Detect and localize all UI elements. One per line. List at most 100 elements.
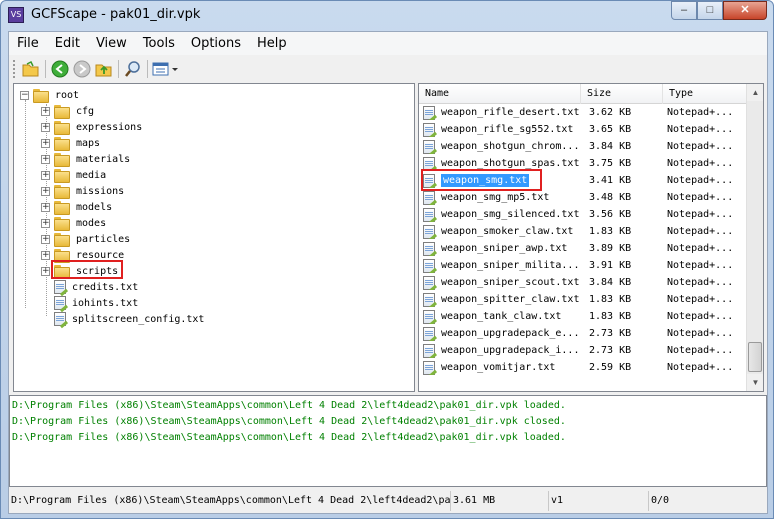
maximize-button[interactable]: □ — [697, 1, 723, 20]
tree-item-label: expressions — [76, 121, 143, 133]
expand-icon[interactable]: + — [41, 266, 50, 276]
list-item[interactable]: weapon_spitter_claw.txt 1.83 KB Notepad+… — [423, 291, 747, 308]
expand-icon[interactable]: + — [41, 138, 50, 148]
list-item[interactable]: weapon_tank_claw.txt 1.83 KB Notepad+... — [423, 308, 747, 325]
tree-item-media[interactable]: + media — [41, 167, 106, 183]
tree-item-materials[interactable]: + materials — [41, 151, 130, 167]
find-icon[interactable] — [122, 58, 144, 80]
file-size: 3.62 KB — [589, 107, 632, 118]
file-size: 1.83 KB — [589, 226, 632, 237]
file-size: 1.83 KB — [589, 311, 632, 322]
list-item[interactable]: weapon_smg_mp5.txt 3.48 KB Notepad+... — [423, 189, 747, 206]
open-folder-icon[interactable] — [20, 58, 42, 80]
column-header-name[interactable]: Name — [419, 84, 581, 104]
file-size: 1.83 KB — [589, 294, 632, 305]
tree-item-maps[interactable]: + maps — [41, 135, 100, 151]
file-name: weapon_smoker_claw.txt — [441, 226, 574, 237]
menu-help[interactable]: Help — [249, 32, 295, 55]
tree-item-missions[interactable]: + missions — [41, 183, 124, 199]
folder-icon — [54, 232, 70, 247]
list-item[interactable]: weapon_rifle_sg552.txt 3.65 KB Notepad+.… — [423, 121, 747, 138]
list-item[interactable]: weapon_smoker_claw.txt 1.83 KB Notepad+.… — [423, 223, 747, 240]
close-button[interactable]: ✕ — [723, 1, 767, 20]
menu-tools[interactable]: Tools — [135, 32, 183, 55]
notepad-file-icon — [423, 343, 435, 358]
file-name: weapon_vomitjar.txt — [441, 362, 556, 373]
expand-icon[interactable]: + — [41, 234, 50, 244]
menu-view[interactable]: View — [88, 32, 135, 55]
tree-item-splitscreen-config[interactable]: splitscreen_config.txt — [54, 311, 204, 327]
notepad-file-icon — [54, 312, 66, 326]
console-log[interactable]: D:\Program Files (x86)\Steam\SteamApps\c… — [9, 395, 767, 487]
toolbar-grip[interactable] — [13, 60, 16, 78]
file-type: Notepad+... — [667, 243, 734, 254]
expand-icon[interactable]: + — [41, 106, 50, 116]
list-item[interactable]: weapon_smg_silenced.txt 3.56 KB Notepad+… — [423, 206, 747, 223]
back-icon[interactable] — [49, 58, 71, 80]
file-name: weapon_spitter_claw.txt — [441, 294, 580, 305]
tree-item-expressions[interactable]: + expressions — [41, 119, 142, 135]
up-folder-icon[interactable] — [93, 58, 115, 80]
file-list[interactable]: Name Size Type weapon_rifle_desert.txt 3… — [418, 83, 764, 392]
title-bar[interactable]: VS GCFScape - pak01_dir.vpk – □ ✕ — [1, 1, 773, 29]
folder-open-icon — [33, 88, 49, 103]
tree-item-modes[interactable]: + modes — [41, 215, 106, 231]
tree-item-label: modes — [76, 217, 107, 229]
tree-item-particles[interactable]: + particles — [41, 231, 130, 247]
scrollbar-thumb[interactable] — [748, 342, 762, 372]
file-type: Notepad+... — [667, 345, 734, 356]
folder-icon — [54, 104, 70, 119]
folder-icon — [54, 120, 70, 135]
scroll-down-icon[interactable]: ▼ — [747, 374, 763, 391]
file-size: 3.56 KB — [589, 209, 632, 220]
menu-file[interactable]: File — [9, 32, 47, 55]
list-item[interactable]: weapon_sniper_awp.txt 3.89 KB Notepad+..… — [423, 240, 747, 257]
expand-icon[interactable]: + — [41, 170, 50, 180]
expand-icon[interactable]: + — [41, 218, 50, 228]
list-item[interactable]: weapon_shotgun_chrom... 3.84 KB Notepad+… — [423, 138, 747, 155]
tree-item-label: credits.txt — [72, 281, 139, 293]
tree-item-label: missions — [76, 185, 125, 197]
tree-item-credits[interactable]: credits.txt — [54, 279, 138, 295]
list-item[interactable]: weapon_upgradepack_i... 2.73 KB Notepad+… — [423, 342, 747, 359]
tree-item-models[interactable]: + models — [41, 199, 112, 215]
menu-options[interactable]: Options — [183, 32, 249, 55]
log-line: D:\Program Files (x86)\Steam\SteamApps\c… — [12, 400, 566, 411]
minimize-button[interactable]: – — [671, 1, 697, 20]
tree-item-label: splitscreen_config.txt — [72, 313, 205, 325]
caption-buttons: – □ ✕ — [671, 1, 767, 21]
list-item[interactable]: weapon_sniper_milita... 3.91 KB Notepad+… — [423, 257, 747, 274]
notepad-file-icon — [423, 139, 435, 154]
collapse-icon[interactable]: − — [20, 90, 29, 100]
expand-icon[interactable]: + — [41, 186, 50, 196]
menu-edit[interactable]: Edit — [47, 32, 88, 55]
list-item[interactable]: weapon_sniper_scout.txt 3.84 KB Notepad+… — [423, 274, 747, 291]
list-item[interactable]: weapon_vomitjar.txt 2.59 KB Notepad+... — [423, 359, 747, 376]
folder-icon — [54, 216, 70, 231]
notepad-file-icon — [423, 360, 435, 375]
tree-item-cfg[interactable]: + cfg — [41, 103, 94, 119]
file-type: Notepad+... — [667, 311, 734, 322]
column-header-size[interactable]: Size — [581, 84, 663, 104]
status-count: 0/0 — [651, 495, 670, 506]
column-header-type[interactable]: Type — [663, 84, 749, 104]
tree-item-root[interactable]: − root — [20, 87, 79, 103]
status-path: D:\Program Files (x86)\Steam\SteamApps\c… — [9, 491, 451, 511]
expand-icon[interactable]: + — [41, 122, 50, 132]
view-mode-icon[interactable] — [151, 58, 181, 80]
vertical-scrollbar[interactable]: ▲ ▼ — [746, 84, 763, 391]
expand-icon[interactable]: + — [41, 154, 50, 164]
tree-item-label: models — [76, 201, 113, 213]
list-item[interactable]: weapon_rifle_desert.txt 3.62 KB Notepad+… — [423, 104, 747, 121]
file-name: weapon_upgradepack_e... — [441, 328, 580, 339]
expand-icon[interactable]: + — [41, 202, 50, 212]
file-name: weapon_shotgun_spas.txt — [441, 158, 580, 169]
folder-tree[interactable]: − root + cfg + expressions + maps + mate… — [13, 83, 415, 392]
tree-item-label: maps — [76, 137, 101, 149]
forward-icon[interactable] — [71, 58, 93, 80]
list-item[interactable]: weapon_upgradepack_e... 2.73 KB Notepad+… — [423, 325, 747, 342]
file-size: 3.89 KB — [589, 243, 632, 254]
expand-icon[interactable]: + — [41, 250, 50, 260]
scroll-up-icon[interactable]: ▲ — [747, 84, 763, 101]
tree-item-iohints[interactable]: iohints.txt — [54, 295, 138, 311]
